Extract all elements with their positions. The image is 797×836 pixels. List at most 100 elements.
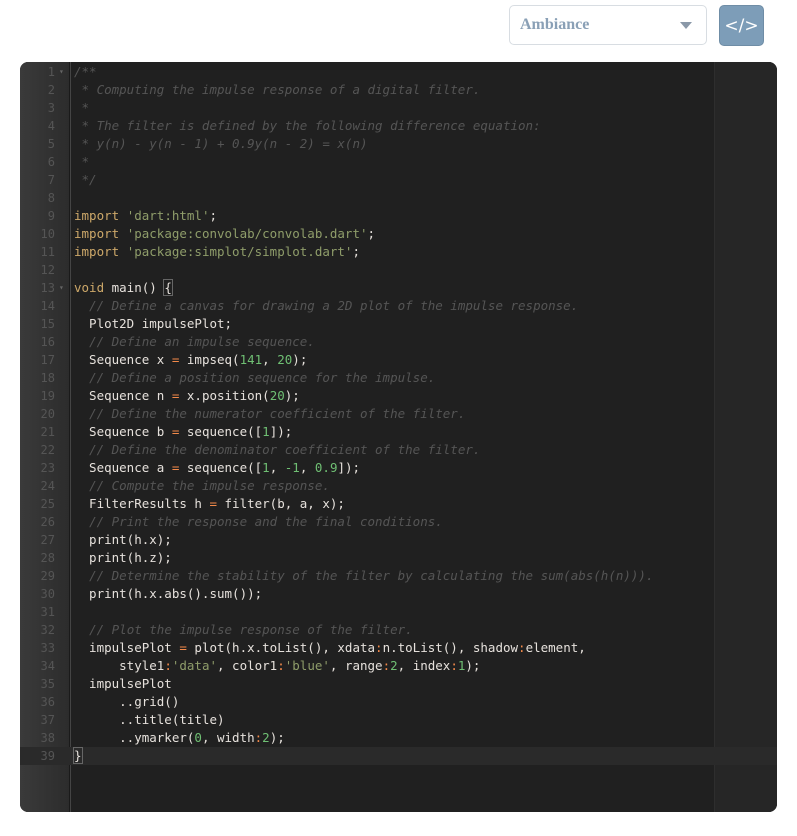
code-line[interactable]: 20 // Define the numerator coefficient o… bbox=[20, 405, 777, 423]
code-line[interactable]: 34 style1:'data', color1:'blue', range:2… bbox=[20, 657, 777, 675]
code-editor[interactable]: 1 ▾ /** 2 * Computing the impulse response … bbox=[20, 62, 777, 812]
code-line[interactable]: 12 bbox=[20, 261, 777, 279]
code-line[interactable]: 21 Sequence b = sequence([1]); bbox=[20, 423, 777, 441]
code-line[interactable]: 14 // Define a canvas for drawing a 2D p… bbox=[20, 297, 777, 315]
code-line[interactable]: 4 * The filter is defined by the followi… bbox=[20, 117, 777, 135]
line-number: 9 bbox=[47, 209, 55, 223]
code-text: ..grid() bbox=[74, 694, 180, 709]
code-line[interactable]: 13 ▾ void main() { bbox=[20, 279, 777, 297]
code-text: // Define a position sequence for the im… bbox=[89, 370, 436, 385]
code-line[interactable]: 38 ..ymarker(0, width:2); bbox=[20, 729, 777, 747]
code-line[interactable]: 10 import 'package:convolab/convolab.dart… bbox=[20, 225, 777, 243]
code-text: } bbox=[73, 747, 83, 764]
code-line[interactable]: 28 print(h.z); bbox=[20, 549, 777, 567]
line-number: 28 bbox=[40, 551, 55, 565]
theme-select[interactable]: Ambiance bbox=[509, 5, 707, 45]
line-number: 39 bbox=[40, 749, 55, 763]
line-number: 18 bbox=[40, 371, 55, 385]
line-number: 27 bbox=[40, 533, 55, 547]
line-number: 2 bbox=[47, 83, 55, 97]
line-number: 30 bbox=[40, 587, 55, 601]
view-code-button[interactable]: </> bbox=[719, 5, 764, 46]
code-text: impulsePlot = plot(h.x.toList(), xdata:n… bbox=[74, 640, 586, 655]
code-text: // Determine the stability of the filter… bbox=[89, 568, 654, 583]
code-text: impulsePlot bbox=[74, 676, 172, 691]
code-line[interactable]: 23 Sequence a = sequence([1, -1, 0.9]); bbox=[20, 459, 777, 477]
code-text: // Compute the impulse response. bbox=[89, 478, 330, 493]
line-number: 14 bbox=[40, 299, 55, 313]
code-line[interactable]: 18 // Define a position sequence for the… bbox=[20, 369, 777, 387]
code-line[interactable]: 17 Sequence x = impseq(141, 20); bbox=[20, 351, 777, 369]
line-number: 6 bbox=[47, 155, 55, 169]
code-line[interactable]: 39} bbox=[20, 747, 777, 765]
code-line[interactable]: 15 Plot2D impulsePlot; bbox=[20, 315, 777, 333]
code-text: Sequence x = impseq(141, 20); bbox=[74, 352, 308, 367]
line-number: 19 bbox=[40, 389, 55, 403]
code-line[interactable]: 2 * Computing the impulse response of a … bbox=[20, 81, 777, 99]
code-text: * y(n) - y(n - 1) + 0.9y(n - 2) = x(n) bbox=[74, 136, 368, 151]
fold-toggle-icon[interactable]: ▾ bbox=[59, 279, 64, 297]
code-line[interactable]: 16 // Define an impulse sequence. bbox=[20, 333, 777, 351]
code-line[interactable]: 22 // Define the denominator coefficient… bbox=[20, 441, 777, 459]
code-icon: </> bbox=[724, 15, 759, 36]
code-line[interactable]: 35 impulsePlot bbox=[20, 675, 777, 693]
code-line[interactable]: 37 ..title(title) bbox=[20, 711, 777, 729]
line-number: 34 bbox=[40, 659, 55, 673]
line-number: 3 bbox=[47, 101, 55, 115]
code-text: // Plot the impulse response of the filt… bbox=[89, 622, 413, 637]
line-number: 10 bbox=[40, 227, 55, 241]
line-number: 7 bbox=[47, 173, 55, 187]
line-number: 4 bbox=[47, 119, 55, 133]
code-line[interactable]: 26 // Print the response and the final c… bbox=[20, 513, 777, 531]
line-number: 29 bbox=[40, 569, 55, 583]
code-text: Plot2D impulsePlot; bbox=[74, 316, 233, 331]
code-text: * bbox=[74, 100, 90, 115]
line-number: 22 bbox=[40, 443, 55, 457]
code-text: style1:'data', color1:'blue', range:2, i… bbox=[74, 658, 481, 673]
code-line[interactable]: 6 * bbox=[20, 153, 777, 171]
code-text: ..ymarker(0, width:2); bbox=[74, 730, 285, 745]
code-text: print(h.z); bbox=[74, 550, 172, 565]
line-number: 13 bbox=[40, 281, 55, 295]
code-text: // Define the numerator coefficient of t… bbox=[89, 406, 466, 421]
theme-select-value: Ambiance bbox=[520, 16, 590, 33]
code-text: import 'package:simplot/simplot.dart'; bbox=[74, 244, 360, 259]
code-text: * bbox=[74, 154, 90, 169]
line-number: 25 bbox=[40, 497, 55, 511]
code-line[interactable]: 24 // Compute the impulse response. bbox=[20, 477, 777, 495]
code-text: Sequence a = sequence([1, -1, 0.9]); bbox=[74, 460, 361, 475]
code-text: FilterResults h = filter(b, a, x); bbox=[74, 496, 345, 511]
code-text: void main() { bbox=[74, 279, 173, 296]
line-number: 31 bbox=[40, 605, 55, 619]
code-line[interactable]: 33 impulsePlot = plot(h.x.toList(), xdat… bbox=[20, 639, 777, 657]
code-text: * The filter is defined by the following… bbox=[74, 118, 541, 133]
line-number: 15 bbox=[40, 317, 55, 331]
code-line[interactable]: 8 bbox=[20, 189, 777, 207]
code-text: // Define an impulse sequence. bbox=[89, 334, 315, 349]
code-line[interactable]: 27 print(h.x); bbox=[20, 531, 777, 549]
code-line[interactable]: 30 print(h.x.abs().sum()); bbox=[20, 585, 777, 603]
code-line[interactable]: 31 bbox=[20, 603, 777, 621]
code-text: print(h.x); bbox=[74, 532, 172, 547]
code-line[interactable]: 32 // Plot the impulse response of the f… bbox=[20, 621, 777, 639]
code-line[interactable]: 11 import 'package:simplot/simplot.dart'; bbox=[20, 243, 777, 261]
code-line[interactable]: 29 // Determine the stability of the fil… bbox=[20, 567, 777, 585]
code-line[interactable]: 25 FilterResults h = filter(b, a, x); bbox=[20, 495, 777, 513]
code-line[interactable]: 9 import 'dart:html'; bbox=[20, 207, 777, 225]
code-line[interactable]: 3 * bbox=[20, 99, 777, 117]
code-line[interactable]: 1 ▾ /** bbox=[20, 63, 777, 81]
code-text: * Computing the impulse response of a di… bbox=[74, 82, 481, 97]
code-line[interactable]: 19 Sequence n = x.position(20); bbox=[20, 387, 777, 405]
line-number: 35 bbox=[40, 677, 55, 691]
code-line[interactable]: 36 ..grid() bbox=[20, 693, 777, 711]
code-text: Sequence b = sequence([1]); bbox=[74, 424, 293, 439]
line-number: 23 bbox=[40, 461, 55, 475]
chevron-down-icon bbox=[680, 21, 692, 29]
code-text: /** bbox=[74, 64, 97, 79]
code-line[interactable]: 5 * y(n) - y(n - 1) + 0.9y(n - 2) = x(n) bbox=[20, 135, 777, 153]
code-text: import 'dart:html'; bbox=[74, 208, 218, 223]
fold-toggle-icon[interactable]: ▾ bbox=[59, 63, 64, 81]
line-number: 32 bbox=[40, 623, 55, 637]
code-line[interactable]: 7 */ bbox=[20, 171, 777, 189]
line-number: 26 bbox=[40, 515, 55, 529]
